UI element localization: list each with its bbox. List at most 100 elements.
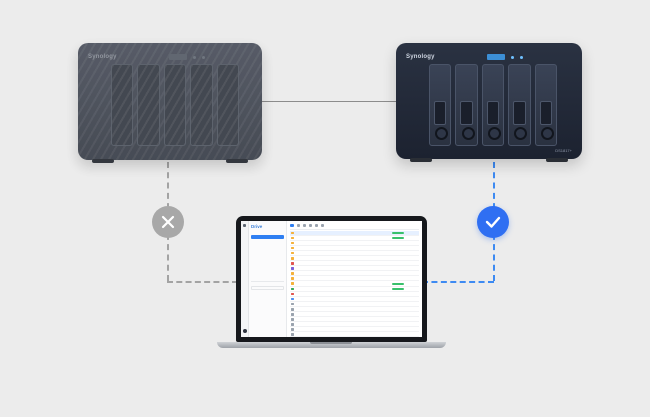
status-badge [392,242,404,244]
nas-right-led [510,55,514,59]
avatar[interactable] [242,329,247,333]
drive-bay [137,64,160,146]
table-row[interactable] [290,262,419,267]
table-row[interactable] [290,307,419,312]
file-icon [291,236,294,240]
file-icon [291,292,294,296]
sidebar-lower-item[interactable] [251,299,284,303]
table-row[interactable] [290,246,419,251]
drive-bay-handle [539,101,553,125]
drive-bay [216,64,240,146]
upload-icon[interactable] [297,224,300,227]
illustration-stage: Synology Synology DS1817+ Drive [0,0,650,417]
file-icon [291,333,294,336]
status-badge [392,252,404,254]
sidebar-lower-item[interactable] [251,315,284,319]
sidebar-lower-item[interactable] [251,304,284,308]
sidebar-divider [251,281,284,282]
drive-bay [481,64,505,146]
table-row[interactable] [290,277,419,282]
sidebar-item[interactable] [251,274,284,278]
table-row[interactable] [290,287,419,292]
table-row[interactable] [290,267,419,272]
active-connection-horizontal [422,281,494,283]
table-row[interactable] [290,231,419,236]
table-row[interactable] [290,333,419,337]
nas-left-display [168,54,187,60]
table-row[interactable] [290,313,419,318]
file-icon [291,302,294,306]
file-icon [291,287,294,291]
table-row[interactable] [290,297,419,302]
drive-bay-handle [434,101,447,125]
sidebar-lower-item[interactable] [251,321,284,325]
status-badge [392,328,404,330]
nas-right-model: DS1817+ [555,148,572,153]
table-row[interactable] [290,272,419,277]
download-icon[interactable] [303,224,306,227]
share-icon[interactable] [309,224,312,227]
check-icon [485,216,501,228]
table-row[interactable] [290,241,419,246]
app-main [287,221,422,337]
drive-bay [534,64,558,146]
status-badge [392,313,404,315]
status-badge [392,298,404,300]
file-icon [291,251,294,255]
nas-right-active: Synology DS1817+ [396,43,582,162]
status-badge [391,236,404,240]
create-button[interactable] [290,224,294,227]
table-row[interactable] [290,292,419,297]
sidebar-item[interactable] [251,235,284,239]
drive-bay-knob [540,127,554,140]
table-row[interactable] [290,323,419,328]
table-row[interactable] [290,318,419,323]
sidebar-lower-item[interactable] [251,310,284,314]
nas-link-line [262,101,396,102]
disconnected-status-badge [152,206,184,238]
drive-bay-knob [435,127,449,140]
connected-status-badge [477,206,509,238]
table-row[interactable] [290,236,419,241]
status-badge [392,262,404,264]
table-row[interactable] [290,302,419,307]
sidebar-item[interactable] [251,263,284,267]
drive-bay [508,64,531,146]
status-badge [392,277,404,279]
table-row[interactable] [290,256,419,262]
status-badge [391,287,404,291]
nas-right-led [519,55,523,59]
drive-bay [190,64,213,146]
nas-foot [410,158,432,162]
sidebar-item[interactable] [251,252,284,256]
file-icon [291,241,294,245]
sidebar-item[interactable] [251,246,284,250]
nas-foot [92,159,114,163]
table-row[interactable] [290,251,419,256]
file-icon [291,282,294,286]
table-row[interactable] [290,282,419,287]
sidebar-item[interactable] [251,268,284,272]
status-badge [392,323,404,325]
file-icon [291,246,294,250]
drive-bay-knob [488,127,502,140]
nas-left-inactive: Synology [78,43,262,163]
sidebar-item[interactable] [251,241,284,245]
more-icon[interactable] [321,224,324,227]
drive-bay [429,64,452,146]
delete-icon[interactable] [315,224,318,227]
table-row[interactable] [290,328,419,333]
drive-bay-knob [514,127,528,140]
nas-right-logo: Synology [406,54,435,60]
status-badge [392,308,404,310]
nas-foot [226,159,248,163]
file-list [290,231,419,337]
file-icon [291,313,294,316]
drive-bay [455,64,478,146]
x-icon [161,215,175,229]
file-icon [291,318,294,321]
menu-icon[interactable] [243,224,246,227]
sidebar-item[interactable] [251,257,284,261]
sidebar-lower-item[interactable] [251,293,284,297]
file-icon [291,297,294,301]
